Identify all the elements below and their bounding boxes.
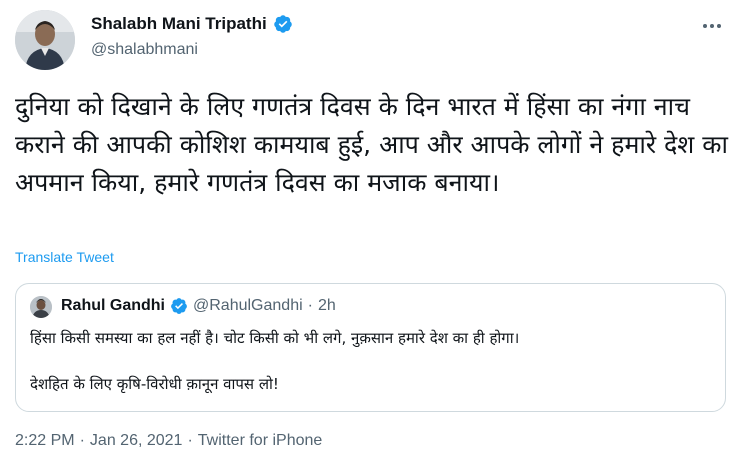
quoted-author-handle: @RahulGandhi <box>193 297 303 314</box>
tweet-card: Shalabh Mani Tripathi @shalabhmani दुनिय… <box>0 0 745 465</box>
quoted-author-avatar <box>30 296 52 318</box>
quoted-tweet[interactable]: Rahul Gandhi @RahulGandhi · 2h हिंसा किस… <box>15 283 726 412</box>
separator-dot: · <box>307 297 313 314</box>
more-options-icon[interactable] <box>700 16 724 36</box>
tweet-date[interactable]: Jan 26, 2021 <box>90 432 183 450</box>
tweet-source[interactable]: Twitter for iPhone <box>198 432 323 450</box>
tweet-text: दुनिया को दिखाने के लिए गणतंत्र दिवस के … <box>15 92 728 197</box>
author-avatar[interactable] <box>15 10 75 70</box>
separator-dot: · <box>79 432 85 449</box>
quoted-tweet-header: Rahul Gandhi @RahulGandhi · 2h <box>61 297 336 315</box>
quoted-tweet-text-line2: देशहित के लिए कृषि-विरोधी क़ानून वापस लो… <box>30 375 279 393</box>
quoted-author-name: Rahul Gandhi <box>61 297 165 314</box>
author-handle[interactable]: @shalabhmani <box>91 41 198 59</box>
translate-tweet-link[interactable]: Translate Tweet <box>15 249 114 265</box>
quoted-tweet-time: 2h <box>317 297 336 314</box>
separator-dot: · <box>187 432 193 449</box>
tweet-timestamp[interactable]: 2:22 PM <box>15 432 75 450</box>
author-name[interactable]: Shalabh Mani Tripathi <box>91 14 267 34</box>
quoted-tweet-text-line1: हिंसा किसी समस्या का हल नहीं है। चोट किस… <box>30 329 520 347</box>
verified-badge-icon <box>273 14 293 34</box>
verified-badge-icon <box>170 297 188 315</box>
tweet-meta: 2:22 PM · Jan 26, 2021 · Twitter for iPh… <box>15 432 322 450</box>
author-name-row[interactable]: Shalabh Mani Tripathi <box>91 14 293 34</box>
